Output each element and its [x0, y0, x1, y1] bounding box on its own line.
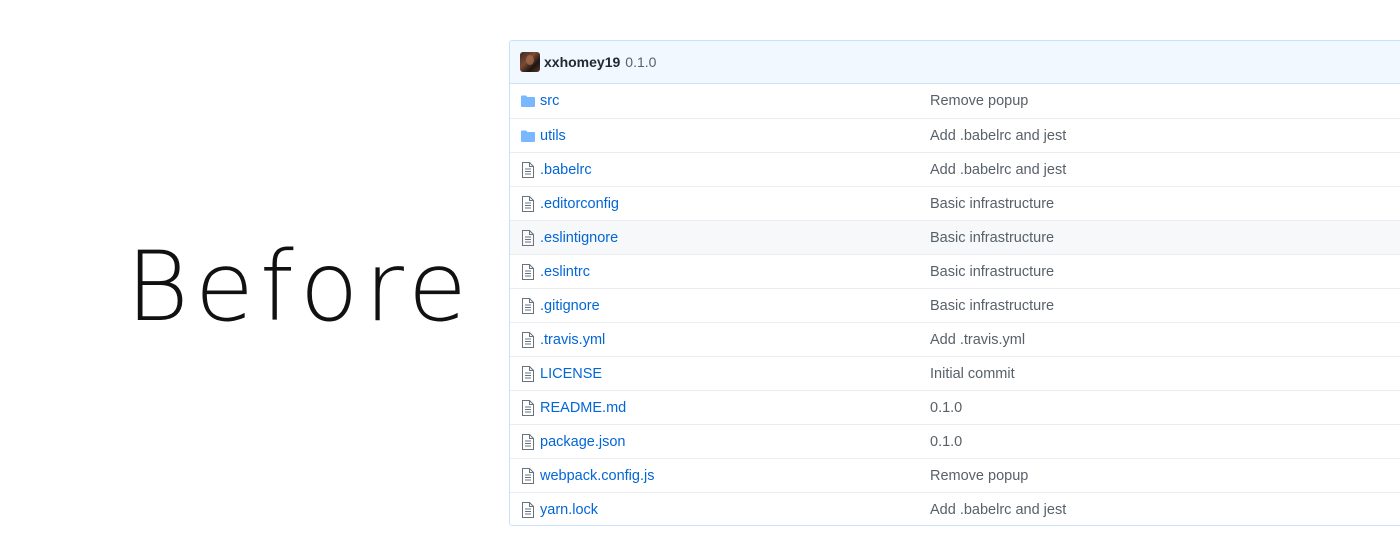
commit-message-link[interactable]: Remove popup	[930, 468, 1028, 484]
file-icon	[520, 365, 536, 382]
page: Before xxhomey19 0.1.0 src Remove popup …	[0, 0, 1400, 560]
file-name-link[interactable]: .eslintrc	[540, 264, 930, 280]
file-icon	[520, 161, 536, 178]
folder-icon	[520, 93, 536, 109]
file-name-link[interactable]: README.md	[540, 400, 930, 416]
file-name-link[interactable]: src	[540, 93, 930, 109]
commit-message-link[interactable]: Basic infrastructure	[930, 298, 1054, 314]
file-icon	[520, 399, 536, 416]
commit-message-link[interactable]: Basic infrastructure	[930, 230, 1054, 246]
table-row: .editorconfig Basic infrastructure	[510, 186, 1400, 220]
latest-commit-bar: xxhomey19 0.1.0	[510, 41, 1400, 84]
file-name-link[interactable]: .travis.yml	[540, 332, 930, 348]
file-icon	[520, 263, 536, 280]
avatar[interactable]	[520, 52, 540, 72]
file-icon	[520, 331, 536, 348]
file-list-panel: xxhomey19 0.1.0 src Remove popup utils A…	[509, 40, 1400, 526]
table-row: package.json 0.1.0	[510, 424, 1400, 458]
file-icon	[520, 501, 536, 518]
commit-message-link[interactable]: Basic infrastructure	[930, 196, 1054, 212]
folder-icon	[520, 128, 536, 144]
table-row: .travis.yml Add .travis.yml	[510, 322, 1400, 356]
before-heading: Before	[126, 231, 473, 343]
table-row: README.md 0.1.0	[510, 390, 1400, 424]
file-name-link[interactable]: .eslintignore	[540, 230, 930, 246]
file-name-link[interactable]: webpack.config.js	[540, 468, 930, 484]
commit-message-link[interactable]: Add .babelrc and jest	[930, 502, 1066, 518]
file-name-link[interactable]: .gitignore	[540, 298, 930, 314]
file-icon	[520, 433, 536, 450]
commit-message-link[interactable]: Add .babelrc and jest	[930, 162, 1066, 178]
file-name-link[interactable]: LICENSE	[540, 366, 930, 382]
table-row: LICENSE Initial commit	[510, 356, 1400, 390]
commit-message-link[interactable]: Initial commit	[930, 366, 1015, 382]
table-row: .eslintignore Basic infrastructure	[510, 220, 1400, 254]
file-icon	[520, 195, 536, 212]
commit-message-link[interactable]: Remove popup	[930, 93, 1028, 109]
commit-message-link[interactable]: 0.1.0	[930, 434, 962, 450]
table-row: utils Add .babelrc and jest	[510, 118, 1400, 152]
file-name-link[interactable]: .editorconfig	[540, 196, 930, 212]
commit-message-link[interactable]: Add .travis.yml	[930, 332, 1025, 348]
commit-message[interactable]: 0.1.0	[625, 54, 656, 70]
table-row: yarn.lock Add .babelrc and jest	[510, 492, 1400, 525]
file-table: src Remove popup utils Add .babelrc and …	[510, 84, 1400, 525]
commit-message-link[interactable]: Basic infrastructure	[930, 264, 1054, 280]
commit-message-link[interactable]: 0.1.0	[930, 400, 962, 416]
table-row: .babelrc Add .babelrc and jest	[510, 152, 1400, 186]
table-row: .eslintrc Basic infrastructure	[510, 254, 1400, 288]
table-row: src Remove popup	[510, 84, 1400, 118]
commit-message-link[interactable]: Add .babelrc and jest	[930, 128, 1066, 144]
file-name-link[interactable]: .babelrc	[540, 162, 930, 178]
file-name-link[interactable]: yarn.lock	[540, 502, 930, 518]
table-row: webpack.config.js Remove popup	[510, 458, 1400, 492]
commit-author-link[interactable]: xxhomey19	[544, 54, 620, 70]
file-icon	[520, 297, 536, 314]
file-icon	[520, 229, 536, 246]
table-row: .gitignore Basic infrastructure	[510, 288, 1400, 322]
file-name-link[interactable]: utils	[540, 128, 930, 144]
file-icon	[520, 467, 536, 484]
file-name-link[interactable]: package.json	[540, 434, 930, 450]
